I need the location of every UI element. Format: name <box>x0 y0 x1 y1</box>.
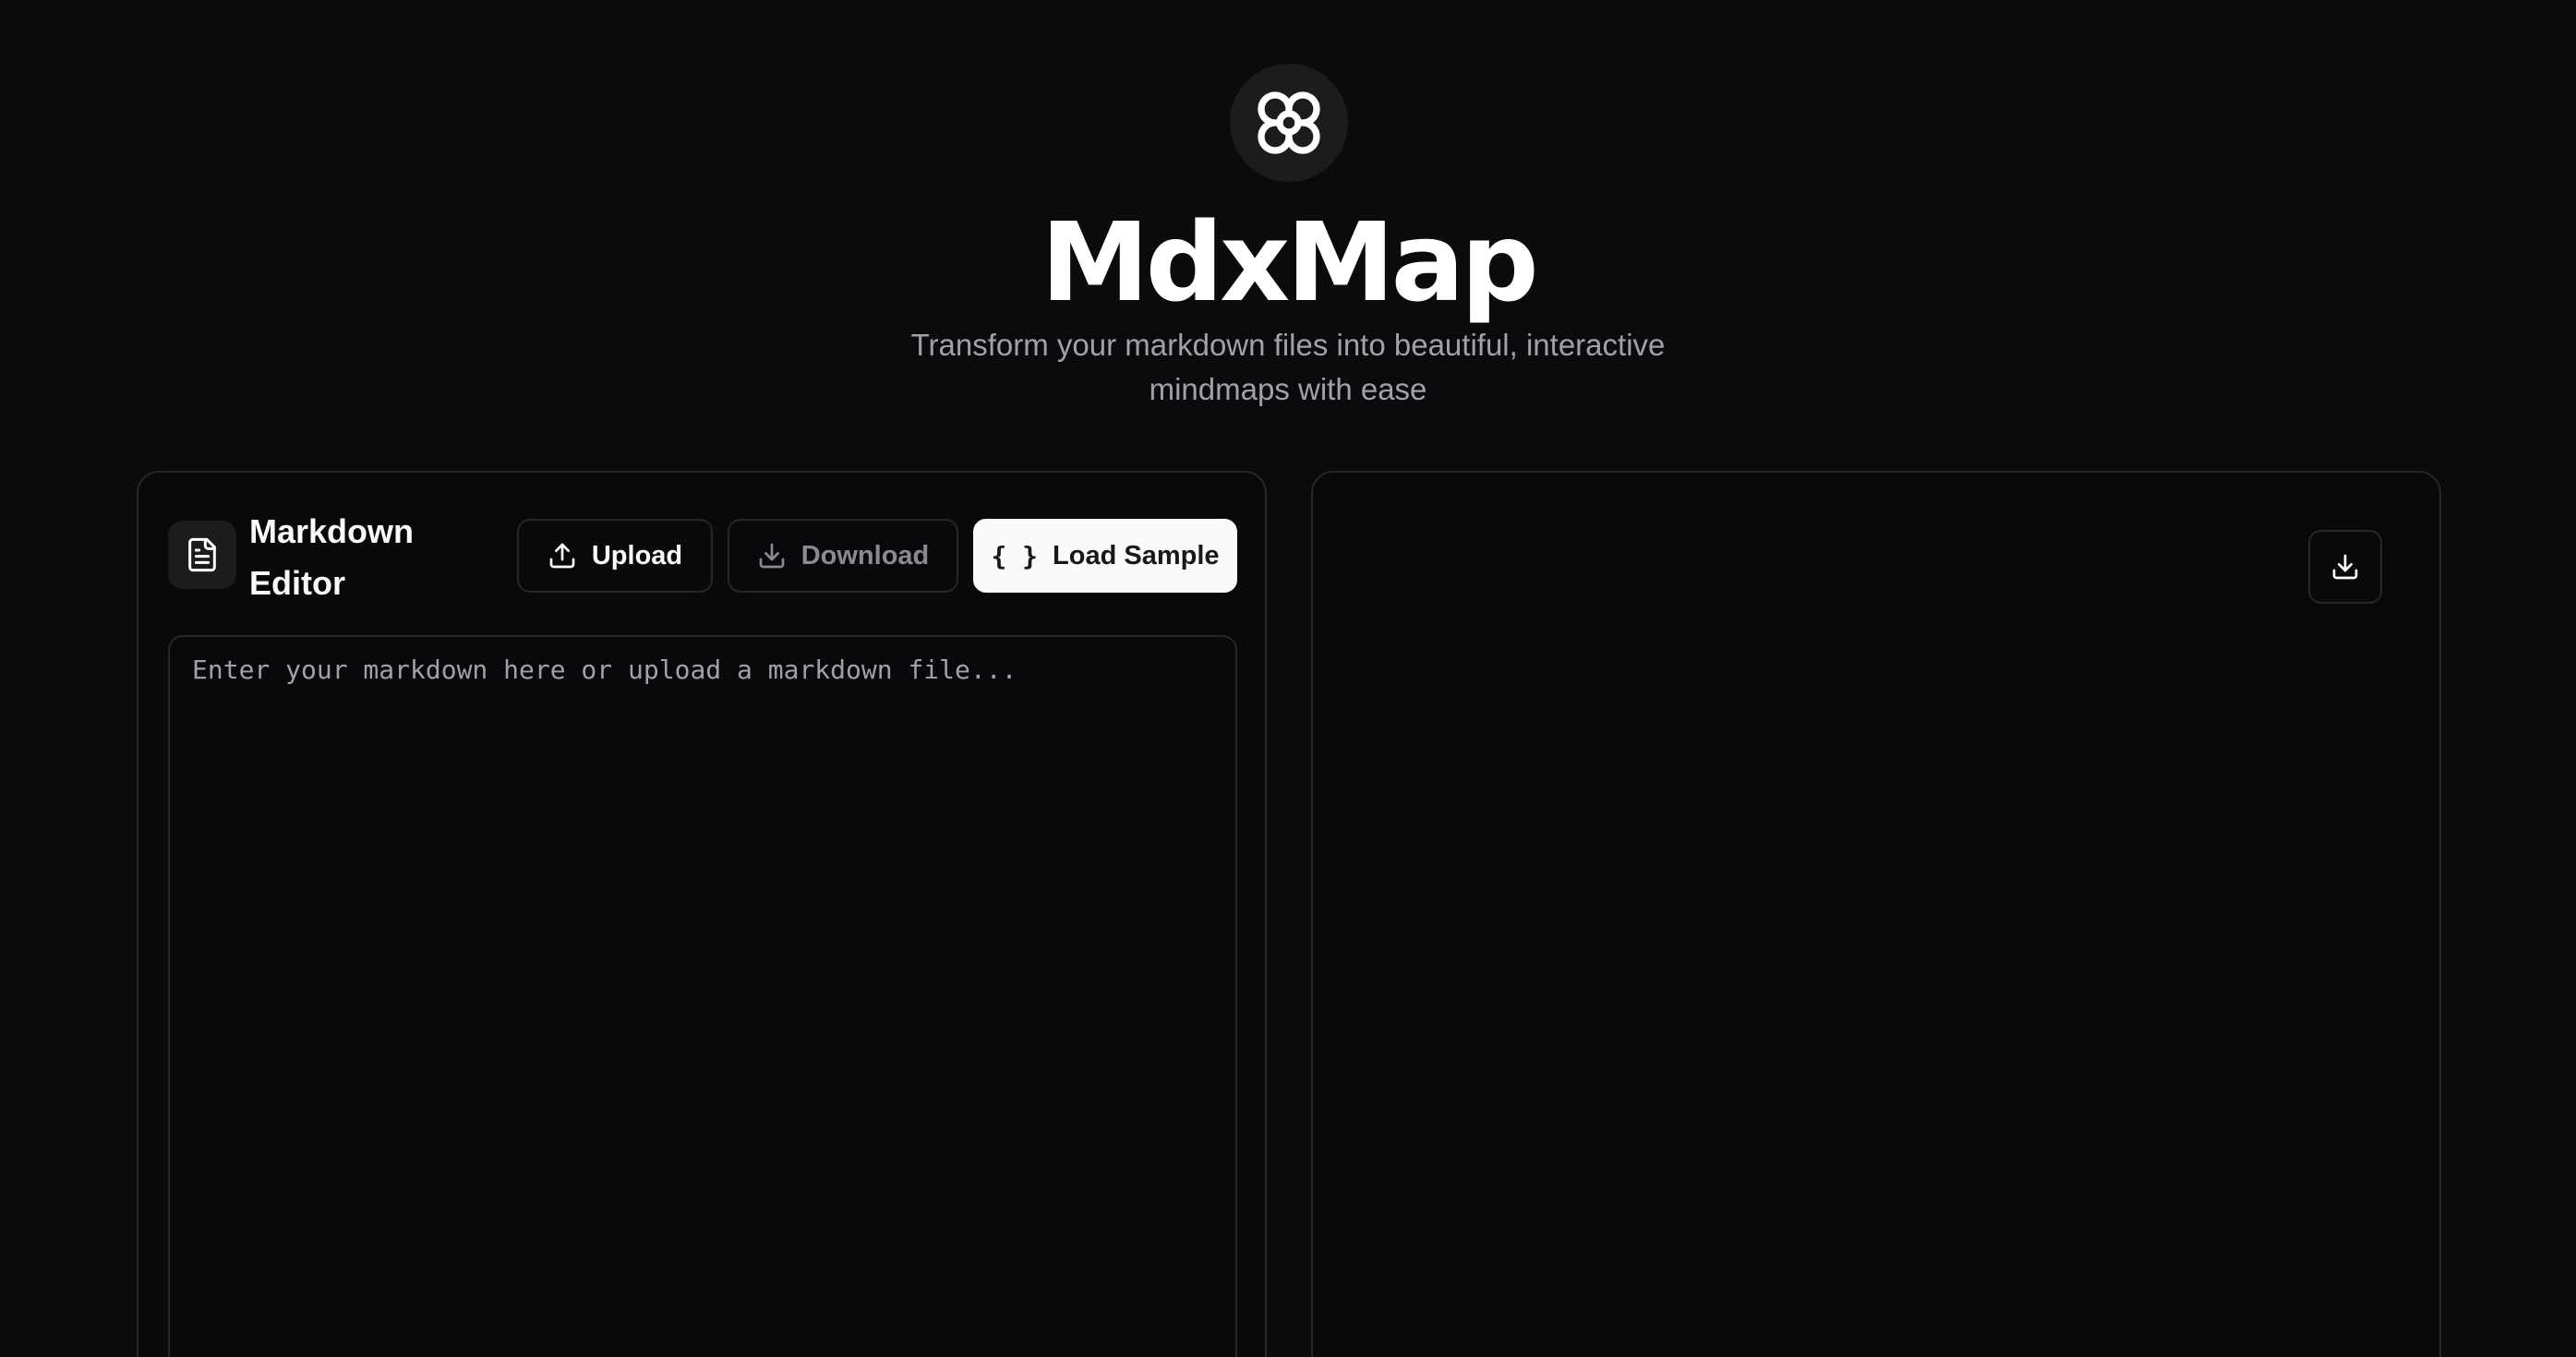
markdown-input[interactable] <box>192 652 1213 1357</box>
download-button[interactable]: Download <box>728 519 958 593</box>
upload-button-label: Upload <box>591 540 683 570</box>
braces-icon: { } <box>991 540 1039 571</box>
app-title: MdxMap <box>1041 198 1539 326</box>
upload-button[interactable]: Upload <box>517 519 713 593</box>
editor-icon-badge <box>168 521 236 589</box>
upload-icon <box>549 543 575 569</box>
file-text-icon <box>188 537 216 572</box>
markdown-input-container <box>168 635 1237 1357</box>
app-subtitle: Transform your markdown files into beaut… <box>910 328 1666 406</box>
mindmap-preview-panel <box>1311 471 2441 1357</box>
mindmap-download-button[interactable] <box>2308 530 2382 604</box>
markdown-editor-panel: Markdown Editor Upload Download { } Load… <box>137 471 1267 1357</box>
download-icon <box>2332 554 2358 580</box>
editor-title: Markdown Editor <box>249 512 415 602</box>
download-icon <box>759 543 785 569</box>
logo-badge <box>1230 64 1348 182</box>
app-page: MdxMap Transform your markdown files int… <box>0 0 2576 1357</box>
load-sample-button-label: Load Sample <box>1053 540 1220 570</box>
download-button-label: Download <box>800 540 930 570</box>
load-sample-button[interactable]: { } Load Sample <box>973 519 1237 593</box>
flower-gear-icon <box>1258 91 1320 154</box>
